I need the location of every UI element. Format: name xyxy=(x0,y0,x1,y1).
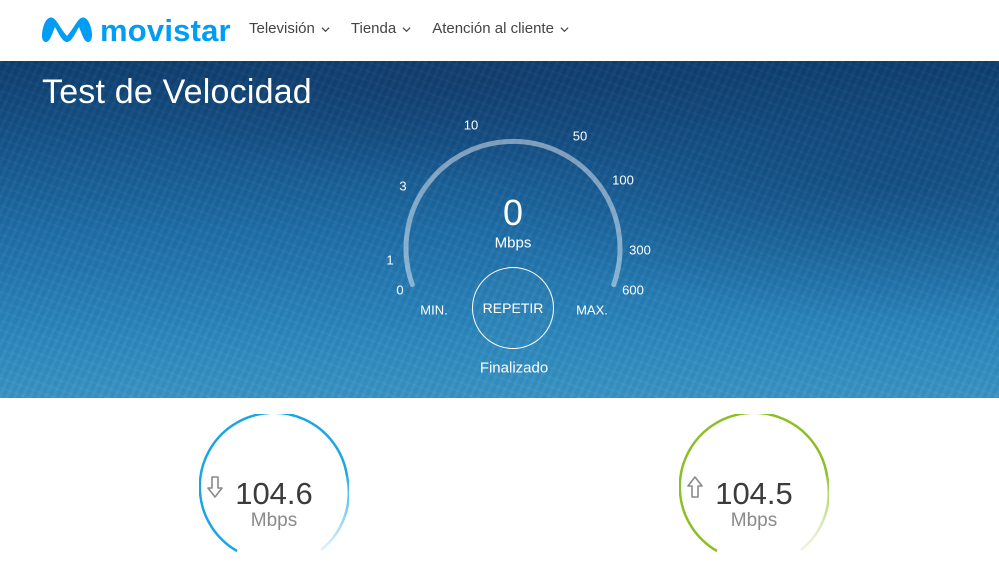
nav-item-label: Atención al cliente xyxy=(432,20,554,37)
nav-item-television[interactable]: Televisión xyxy=(249,19,330,39)
speed-gauge: 0 1 3 10 50 100 300 600 0 Mbps MIN. MAX.… xyxy=(0,61,999,398)
scale-label-600: 600 xyxy=(622,282,644,298)
scale-label-3: 3 xyxy=(399,178,407,194)
repeat-test-button[interactable]: REPETIR xyxy=(472,267,554,349)
results-section: 104.6 Mbps 104.5 Mbps xyxy=(0,398,999,579)
main-nav: Televisión Tienda Atención al cliente xyxy=(249,19,590,39)
chevron-down-icon xyxy=(321,26,330,32)
test-status: Finalizado xyxy=(479,359,549,377)
nav-item-label: Tienda xyxy=(350,20,397,37)
max-label: MAX. xyxy=(576,302,608,318)
scale-label-1: 1 xyxy=(386,252,394,268)
min-label: MIN. xyxy=(420,302,448,318)
scale-label-0: 0 xyxy=(396,282,404,298)
nav-item-label: Televisión xyxy=(249,20,315,37)
download-unit: Mbps xyxy=(250,510,298,531)
arrow-up-icon xyxy=(687,476,703,498)
movistar-logo[interactable]: movistar xyxy=(40,12,231,50)
upload-result: 104.5 Mbps xyxy=(679,414,829,564)
scale-label-300: 300 xyxy=(629,242,651,258)
arrow-down-icon xyxy=(207,476,223,498)
nav-item-atencion-cliente[interactable]: Atención al cliente xyxy=(432,19,569,39)
upload-value: 104.5 xyxy=(715,476,793,511)
brand-name: movistar xyxy=(100,13,231,48)
scale-label-50: 50 xyxy=(572,128,588,144)
gauge-arc xyxy=(403,138,623,288)
scale-label-10: 10 xyxy=(463,117,479,133)
download-result: 104.6 Mbps xyxy=(199,414,349,564)
movistar-m-icon xyxy=(42,17,92,42)
upload-unit: Mbps xyxy=(730,510,778,531)
current-speed-unit: Mbps xyxy=(494,234,532,252)
download-value: 104.6 xyxy=(235,476,313,511)
chevron-down-icon xyxy=(560,26,569,32)
chevron-down-icon xyxy=(402,26,411,32)
download-speed: 104.6 xyxy=(199,476,349,512)
nav-item-tienda[interactable]: Tienda xyxy=(351,19,411,39)
upload-speed: 104.5 xyxy=(679,476,829,512)
top-header: movistar Televisión Tienda Atención al c… xyxy=(0,0,999,61)
speed-test-hero: Test de Velocidad 0 1 3 10 50 100 300 60… xyxy=(0,61,999,398)
scale-label-100: 100 xyxy=(612,172,634,188)
current-speed-value: 0 xyxy=(502,192,524,233)
